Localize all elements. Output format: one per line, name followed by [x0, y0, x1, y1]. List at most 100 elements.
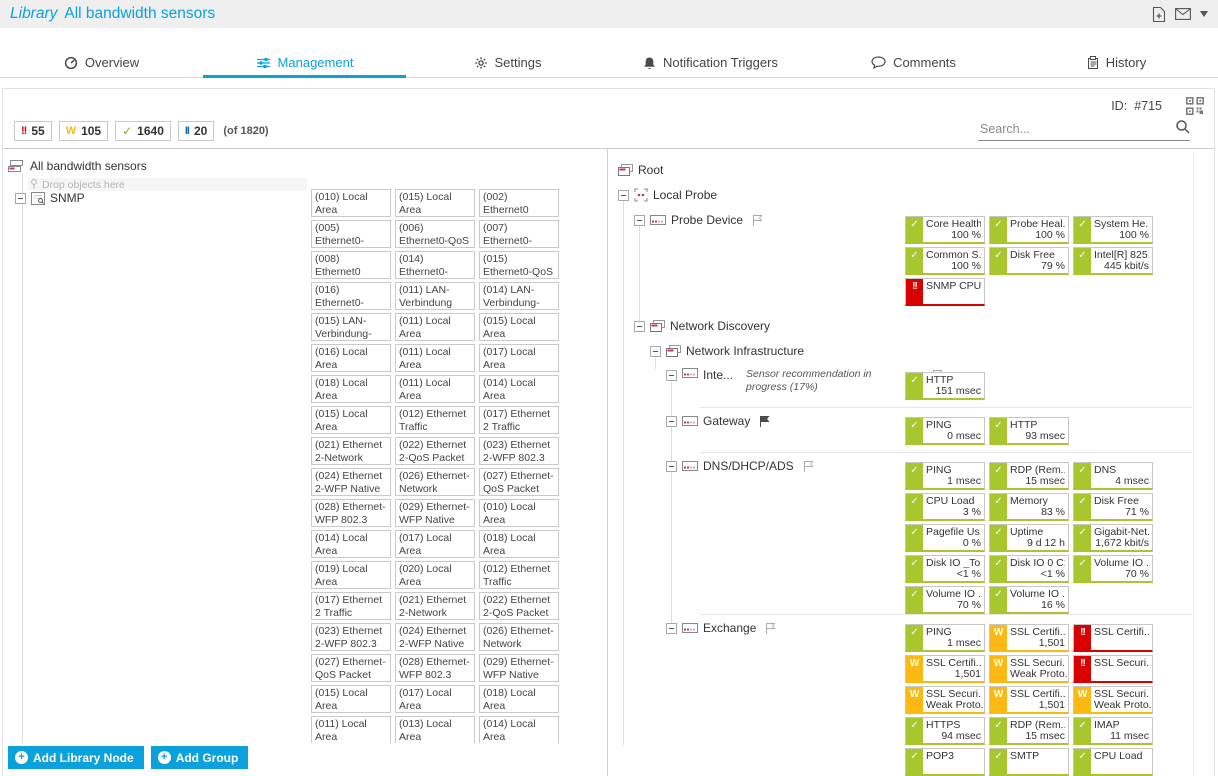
library-tile[interactable]: (024) Ethernet 2-WFP Native	[395, 623, 475, 651]
library-tile[interactable]: (015) LAN-Verbindung-	[311, 313, 391, 341]
library-tile[interactable]: (017) Local Area	[479, 344, 559, 372]
sensor-tile-volume-io[interactable]: ✓Volume IO ...70 %	[905, 586, 985, 614]
tree-node-network-infrastructure[interactable]: Network Infrastructure	[608, 343, 804, 359]
tree-node-local-probe[interactable]: Local Probe	[608, 187, 717, 203]
status-badge-up[interactable]: ✓ 1640	[115, 121, 171, 141]
drop-target[interactable]: Drop objects here	[28, 178, 307, 191]
search-input[interactable]	[978, 122, 1175, 136]
library-tile[interactable]: (006) Ethernet0-QoS Packet	[395, 220, 475, 248]
library-tile[interactable]: (011) LAN-Verbindung	[395, 282, 475, 310]
library-tile[interactable]: (012) Ethernet Traffic	[479, 561, 559, 589]
sensor-tile-ssl-certifi[interactable]: !!SSL Certifi...	[1073, 624, 1153, 652]
sensor-tile-probe-heal[interactable]: ✓Probe Heal...100 %	[989, 216, 1069, 244]
sensor-tile-cpu-load[interactable]: ✓CPU Load	[1073, 748, 1153, 776]
library-tile[interactable]: (002) Ethernet0 Traffic	[479, 189, 559, 217]
sensor-tile-ssl-certifi[interactable]: WSSL Certifi...1,501	[905, 655, 985, 683]
collapse-toggle[interactable]	[15, 193, 26, 204]
library-tile[interactable]: (021) Ethernet 2-Network	[311, 437, 391, 465]
sensor-tile-pop3[interactable]: ✓POP3	[905, 748, 985, 776]
library-tile[interactable]: (023) Ethernet 2-WFP 802.3	[311, 623, 391, 651]
sensor-tile-memory[interactable]: ✓Memory83 %	[989, 493, 1069, 521]
library-tile[interactable]: (017) Local Area	[395, 685, 475, 713]
tab-settings[interactable]: Settings	[406, 50, 609, 78]
library-tile[interactable]: (023) Ethernet 2-WFP 802.3	[479, 437, 559, 465]
library-tile[interactable]: (015) Local Area	[311, 406, 391, 434]
tree-node-gateway[interactable]: Gateway	[608, 413, 771, 429]
library-tile[interactable]: (016) Ethernet0-WFP 802.3	[311, 282, 391, 310]
library-tile[interactable]: (011) Local Area	[311, 716, 391, 743]
library-tile[interactable]: (028) Ethernet-WFP 802.3	[395, 654, 475, 682]
library-tile[interactable]: (012) Ethernet Traffic	[395, 406, 475, 434]
collapse-toggle[interactable]	[618, 190, 629, 201]
new-window-icon[interactable]	[1152, 7, 1166, 22]
library-tile[interactable]: (014) Local Area	[311, 530, 391, 558]
library-tile[interactable]: (028) Ethernet-WFP 802.3	[311, 499, 391, 527]
sensor-tile-rdp-rem[interactable]: ✓RDP (Rem...15 msec	[989, 462, 1069, 490]
library-tile[interactable]: (005) Ethernet0-WFP Native	[311, 220, 391, 248]
library-tile[interactable]: (018) Local Area	[479, 685, 559, 713]
sensor-tile-disk-io-to[interactable]: ✓Disk IO _To...<1 %	[905, 555, 985, 583]
email-icon[interactable]	[1175, 8, 1191, 20]
sensor-tile-ssl-securi[interactable]: !!SSL Securi...	[1073, 655, 1153, 683]
tree-node-all-bandwidth-sensors[interactable]: All bandwidth sensors	[8, 159, 147, 173]
sensor-tile-rdp-rem[interactable]: ✓RDP (Rem...15 msec	[989, 717, 1069, 745]
library-tile[interactable]: (020) Local Area	[395, 561, 475, 589]
sensor-tile-http[interactable]: ✓HTTP93 msec	[989, 417, 1069, 445]
tab-overview[interactable]: Overview	[0, 50, 203, 78]
tab-comments[interactable]: Comments	[812, 50, 1015, 78]
library-tile[interactable]: (014) Local Area	[479, 375, 559, 403]
tab-history[interactable]: History	[1015, 50, 1218, 78]
library-tile[interactable]: (014) Local Area	[479, 716, 559, 743]
library-tile[interactable]: (010) Local Area	[311, 189, 391, 217]
status-badge-down[interactable]: !! 55	[14, 121, 52, 141]
library-tile[interactable]: (027) Ethernet-QoS Packet	[311, 654, 391, 682]
collapse-toggle[interactable]	[666, 461, 677, 472]
sensor-tile-common-s[interactable]: ✓Common S...100 %	[905, 247, 985, 275]
tree-node-root[interactable]: Root	[608, 162, 663, 178]
tab-notification-triggers[interactable]: Notification Triggers	[609, 50, 812, 78]
library-tile[interactable]: (015) Local Area	[395, 189, 475, 217]
library-tile[interactable]: (010) Local Area	[479, 499, 559, 527]
sensor-tile-ping[interactable]: ✓PING1 msec	[905, 624, 985, 652]
library-tile[interactable]: (011) Local Area	[395, 313, 475, 341]
library-tile[interactable]: (007) Ethernet0-WFP 802.3	[479, 220, 559, 248]
library-tile[interactable]: (022) Ethernet 2-QoS Packet	[395, 437, 475, 465]
sensor-tile-ssl-certifi[interactable]: WSSL Certifi...1,501	[989, 686, 1069, 714]
sensor-tile-intel-r-825[interactable]: ✓Intel[R] 825...445 kbit/s	[1073, 247, 1153, 275]
sensor-tile-volume-io[interactable]: ✓Volume IO ...70 %	[1073, 555, 1153, 583]
library-tile[interactable]: (016) Local Area	[311, 344, 391, 372]
library-tile[interactable]: (017) Ethernet 2 Traffic	[311, 592, 391, 620]
sensor-tile-ping[interactable]: ✓PING1 msec	[905, 462, 985, 490]
library-tile[interactable]: (015) Local Area	[311, 685, 391, 713]
sensor-tile-cpu-load[interactable]: ✓CPU Load3 %	[905, 493, 985, 521]
tree-node-network-discovery[interactable]: Network Discovery	[608, 318, 770, 334]
sensor-tile-system-he[interactable]: ✓System He...100 %	[1073, 216, 1153, 244]
library-tile[interactable]: (024) Ethernet 2-WFP Native	[311, 468, 391, 496]
qr-code-icon[interactable]	[1186, 97, 1204, 120]
library-tile[interactable]: (015) Ethernet0-QoS Packet	[479, 251, 559, 279]
sensor-tile-https[interactable]: ✓HTTPS94 msec	[905, 717, 985, 745]
sensor-tile-ping[interactable]: ✓PING0 msec	[905, 417, 985, 445]
collapse-toggle[interactable]	[634, 321, 645, 332]
library-tile[interactable]: (026) Ethernet-Network	[479, 623, 559, 651]
search-icon[interactable]	[1175, 119, 1190, 139]
collapse-toggle[interactable]	[666, 623, 677, 634]
library-tile[interactable]: (022) Ethernet 2-QoS Packet	[479, 592, 559, 620]
sensor-tile-gigabit-net[interactable]: ✓Gigabit-Net...1,672 kbit/s	[1073, 524, 1153, 552]
library-tile[interactable]: (017) Ethernet 2 Traffic	[479, 406, 559, 434]
sensor-tile-http[interactable]: ✓HTTP151 msec	[905, 372, 985, 400]
library-tile[interactable]: (021) Ethernet 2-Network	[395, 592, 475, 620]
library-tile[interactable]: (015) Local Area	[479, 313, 559, 341]
library-tile[interactable]: (018) Local Area	[311, 375, 391, 403]
collapse-toggle[interactable]	[634, 215, 645, 226]
sensor-tile-dns[interactable]: ✓DNS4 msec	[1073, 462, 1153, 490]
caret-down-icon[interactable]	[1200, 11, 1208, 17]
library-tile[interactable]: (011) Local Area	[395, 375, 475, 403]
library-tile[interactable]: (029) Ethernet-WFP Native	[479, 654, 559, 682]
sensor-tile-disk-free[interactable]: ✓Disk Free79 %	[989, 247, 1069, 275]
status-badge-warning[interactable]: W 105	[59, 121, 108, 141]
sensor-tile-snmp-cpu[interactable]: !!SNMP CPU...	[905, 278, 985, 306]
library-tile[interactable]: (018) Local Area	[479, 530, 559, 558]
tree-node-probe-device[interactable]: Probe Device	[608, 212, 764, 228]
library-tile[interactable]: (014) LAN-Verbindung-QoS	[479, 282, 559, 310]
